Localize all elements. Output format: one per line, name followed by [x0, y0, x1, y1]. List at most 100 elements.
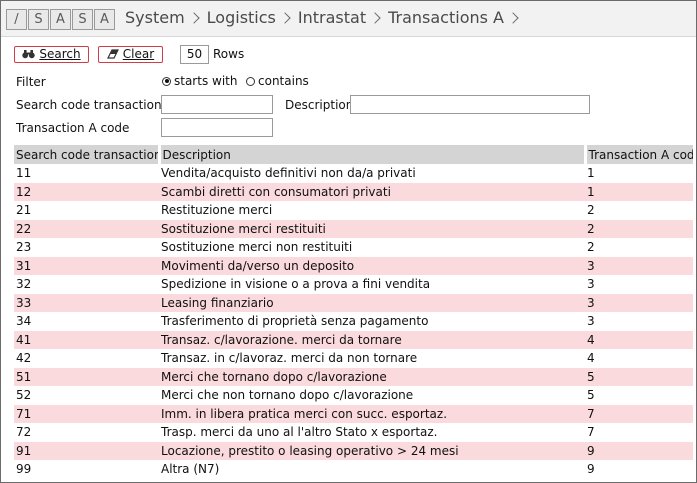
- table-row[interactable]: 52 Merci che non tornano dopo c/lavorazio…: [14, 386, 693, 405]
- table-row[interactable]: 51 Merci che tornano dopo c/lavorazione 5: [14, 367, 693, 386]
- radio-starts-with[interactable]: starts with: [162, 74, 237, 88]
- cell-description: Scambi diretti con consumatori privati: [159, 182, 585, 201]
- breadcrumb-item-system[interactable]: System: [125, 8, 185, 27]
- table-row[interactable]: 99 Altra (N7) 9: [14, 460, 693, 479]
- table-row[interactable]: 11 Vendita/acquisto definitivi non da/a p…: [14, 164, 693, 183]
- clear-button-label: Clear: [122, 47, 155, 61]
- cell-search-code: 42: [16, 351, 32, 366]
- cell-description: Restituzione merci: [161, 203, 273, 218]
- cell-description: Sostituzione merci non restituiti: [161, 240, 353, 255]
- radio-starts-with-label: starts with: [174, 74, 238, 88]
- logo-letter: S: [28, 9, 49, 30]
- table-row[interactable]: 12 Scambi diretti con consumatori privati…: [14, 182, 693, 201]
- transaction-code-label: Transaction A code: [16, 121, 130, 135]
- table-row[interactable]: 71 Imm. in libera pratica merci con succ.…: [14, 404, 693, 423]
- logo-letter: A: [94, 9, 115, 30]
- column-header-description[interactable]: Description: [159, 145, 587, 164]
- cell-transaction-code: 2: [587, 240, 595, 255]
- table-header-row: Search code transaction A Description Tr…: [14, 145, 693, 164]
- cell-transaction-code: 1: [585, 182, 693, 201]
- filter-label: Filter: [16, 75, 46, 89]
- binoculars-icon: [22, 50, 36, 59]
- table-row[interactable]: 22 Sostituzione merci restituiti 2: [14, 219, 693, 238]
- rows-input[interactable]: 50: [180, 44, 209, 64]
- cell-transaction-code: 9: [587, 462, 595, 477]
- cell-description: Vendita/acquisto definitivi non da/a pri…: [161, 166, 416, 181]
- table-row[interactable]: 31 Movimenti da/verso un deposito 3: [14, 256, 693, 275]
- cell-description: Trasp. merci da uno al l'altro Stato x e…: [161, 425, 438, 440]
- cell-search-code: 34: [16, 314, 32, 329]
- search-code-input[interactable]: [161, 95, 273, 114]
- cell-description: Sostituzione merci restituiti: [159, 219, 585, 238]
- cell-transaction-code: 4: [585, 330, 693, 349]
- description-input[interactable]: [350, 95, 590, 114]
- chevron-right-icon[interactable]: [507, 11, 519, 24]
- cell-description: Transaz. in c/lavoraz. merci da non torn…: [161, 351, 418, 366]
- cell-search-code: 91: [14, 441, 159, 460]
- column-header-transaction-code[interactable]: Transaction A code: [585, 145, 693, 164]
- table-row[interactable]: 34 Trasferimento di proprietà senza pagam…: [14, 312, 693, 331]
- logo-letter: S: [72, 9, 93, 30]
- cell-transaction-code: 4: [587, 351, 595, 366]
- cell-search-code: 72: [16, 425, 32, 440]
- cell-transaction-code: 2: [587, 203, 595, 218]
- clear-button[interactable]: Clear: [98, 45, 163, 63]
- breadcrumb-item-intrastat[interactable]: Intrastat: [298, 8, 366, 27]
- sasa-logo[interactable]: / S A S A: [6, 9, 116, 30]
- radio-contains-label: contains: [258, 74, 309, 88]
- cell-transaction-code: 9: [585, 441, 693, 460]
- radio-unchecked-icon: [246, 76, 255, 86]
- chevron-right-icon: [188, 11, 200, 24]
- top-bar: / S A S A System Logistics Intrastat Tra…: [1, 1, 696, 37]
- table-row[interactable]: 91 Locazione, prestito o leasing operativ…: [14, 441, 693, 460]
- cell-search-code: 33: [14, 293, 159, 312]
- cell-search-code: 52: [16, 388, 32, 403]
- cell-transaction-code: 3: [585, 293, 693, 312]
- table-row[interactable]: 33 Leasing finanziario 3: [14, 293, 693, 312]
- cell-transaction-code: 5: [587, 388, 595, 403]
- cell-transaction-code: 3: [587, 314, 595, 329]
- cell-description: Movimenti da/verso un deposito: [159, 256, 585, 275]
- cell-search-code: 51: [14, 367, 159, 386]
- cell-description: Transaz. c/lavorazione. merci da tornare: [159, 330, 585, 349]
- breadcrumb-item-transactions-a[interactable]: Transactions A: [388, 8, 504, 27]
- cell-search-code: 22: [14, 219, 159, 238]
- toolbar: Search Clear 50 Rows: [14, 44, 244, 64]
- table-row[interactable]: 42 Transaz. in c/lavoraz. merci da non to…: [14, 349, 693, 368]
- logo-letter: /: [6, 9, 27, 30]
- cell-description: Locazione, prestito o leasing operativo …: [159, 441, 585, 460]
- cell-search-code: 21: [16, 203, 32, 218]
- cell-transaction-code: 7: [587, 425, 595, 440]
- table-row[interactable]: 23 Sostituzione merci non restituiti 2: [14, 238, 693, 257]
- radio-checked-icon: [162, 76, 171, 86]
- column-header-search-code[interactable]: Search code transaction A: [14, 145, 161, 164]
- radio-contains[interactable]: contains: [246, 74, 309, 88]
- eraser-icon: [106, 49, 119, 59]
- table-body: 11 Vendita/acquisto definitivi non da/a p…: [14, 164, 693, 479]
- results-table: Search code transaction A Description Tr…: [14, 145, 693, 479]
- app-window: / S A S A System Logistics Intrastat Tra…: [0, 0, 697, 483]
- cell-search-code: 23: [16, 240, 32, 255]
- cell-description: Altra (N7): [161, 462, 220, 477]
- table-row[interactable]: 32 Spedizione in visione o a prova a fini…: [14, 275, 693, 294]
- cell-search-code: 71: [14, 404, 159, 423]
- cell-description: Merci che non tornano dopo c/lavorazione: [161, 388, 414, 403]
- cell-transaction-code: 7: [585, 404, 693, 423]
- cell-description: Merci che tornano dopo c/lavorazione: [159, 367, 585, 386]
- cell-transaction-code: 3: [587, 277, 595, 292]
- logo-letter: A: [50, 9, 71, 30]
- table-row[interactable]: 41 Transaz. c/lavorazione. merci da torna…: [14, 330, 693, 349]
- transaction-code-input[interactable]: [161, 118, 273, 137]
- table-row[interactable]: 21 Restituzione merci 2: [14, 201, 693, 220]
- cell-description: Spedizione in visione o a prova a fini v…: [161, 277, 431, 292]
- cell-description: Imm. in libera pratica merci con succ. e…: [159, 404, 585, 423]
- cell-search-code: 12: [14, 182, 159, 201]
- search-button[interactable]: Search: [14, 45, 89, 63]
- description-label: Description: [285, 98, 354, 112]
- rows-label: Rows: [213, 47, 245, 61]
- cell-search-code: 11: [16, 166, 32, 181]
- search-code-label: Search code transaction A: [16, 98, 174, 112]
- cell-search-code: 32: [16, 277, 32, 292]
- breadcrumb-item-logistics[interactable]: Logistics: [207, 8, 276, 27]
- table-row[interactable]: 72 Trasp. merci da uno al l'altro Stato x…: [14, 423, 693, 442]
